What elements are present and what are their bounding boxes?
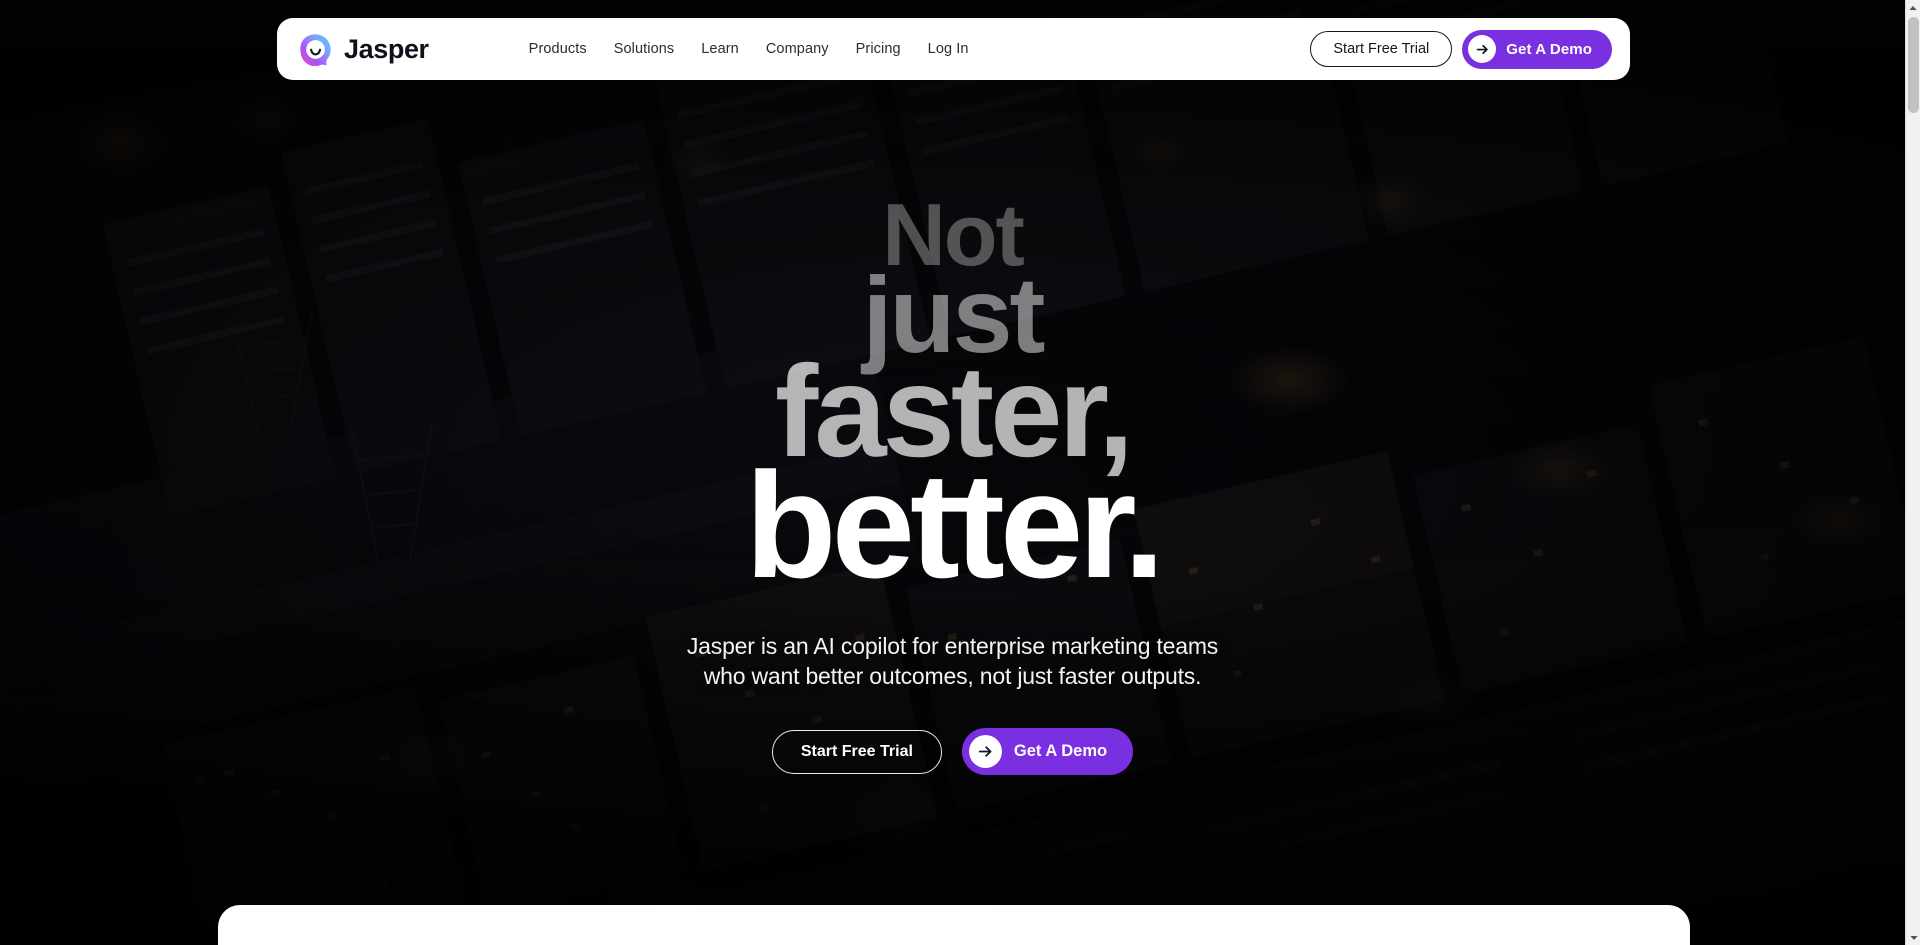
- scrollbar-up-button[interactable]: [1906, 0, 1920, 15]
- hero-headline: Not just faster, better.: [744, 190, 1165, 609]
- nav-item-learn[interactable]: Learn: [701, 41, 739, 57]
- scrollbar-down-button[interactable]: [1906, 930, 1920, 945]
- arrow-right-icon: [1468, 35, 1497, 63]
- scrollbar-thumb[interactable]: [1908, 17, 1919, 113]
- main-navigation: Products Solutions Learn Company Pricing…: [529, 41, 969, 57]
- hero-subheadline-line-1: Jasper is an AI copilot for enterprise m…: [686, 632, 1219, 659]
- hero-subheadline-line-2: who want better outcomes, not just faste…: [703, 663, 1202, 690]
- nav-item-log-in[interactable]: Log In: [928, 41, 969, 57]
- page-scrollbar[interactable]: [1905, 0, 1920, 945]
- hero-get-a-demo-label: Get A Demo: [1013, 742, 1108, 761]
- arrow-right-icon: [968, 735, 1002, 769]
- browser-viewport: Jasper Products Solutions Learn Company …: [0, 0, 1920, 945]
- header-get-a-demo-label: Get A Demo: [1506, 40, 1592, 58]
- hero-cta-group: Start Free Trial Get A Demo: [771, 728, 1134, 776]
- hero-subheadline: Jasper is an AI copilot for enterprise m…: [687, 631, 1218, 692]
- jasper-smiley-orb-icon: [299, 33, 332, 66]
- page-root: Jasper Products Solutions Learn Company …: [0, 0, 1905, 945]
- header-actions: Start Free Trial Get A Demo: [1310, 29, 1612, 69]
- header-start-free-trial-button[interactable]: Start Free Trial: [1310, 31, 1453, 67]
- hero-get-a-demo-button[interactable]: Get A Demo: [961, 728, 1134, 776]
- next-section-panel: [218, 905, 1690, 945]
- hero-section: Not just faster, better. Jasper is an AI…: [0, 0, 1905, 945]
- nav-item-company[interactable]: Company: [766, 41, 829, 57]
- header-get-a-demo-button[interactable]: Get A Demo: [1462, 29, 1612, 69]
- nav-item-solutions[interactable]: Solutions: [614, 41, 675, 57]
- brand-name: Jasper: [344, 33, 429, 64]
- hero-headline-line-4: better.: [744, 440, 1165, 609]
- nav-item-pricing[interactable]: Pricing: [856, 41, 901, 57]
- hero-start-free-trial-button[interactable]: Start Free Trial: [771, 729, 942, 774]
- site-header: Jasper Products Solutions Learn Company …: [277, 18, 1630, 80]
- nav-item-products[interactable]: Products: [529, 41, 587, 57]
- brand-logo-link[interactable]: Jasper: [299, 33, 429, 66]
